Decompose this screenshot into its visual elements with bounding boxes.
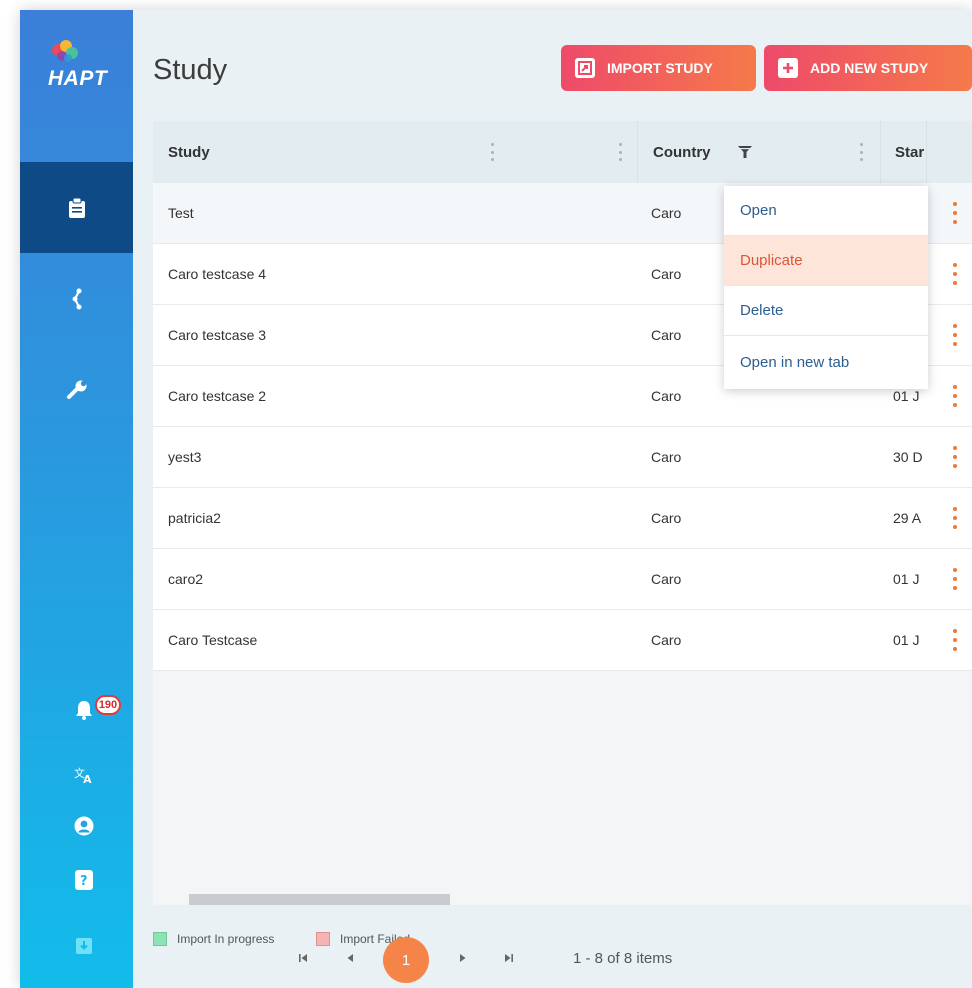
row-actions-icon[interactable] xyxy=(953,507,957,529)
next-page-icon xyxy=(460,954,466,962)
logo-text: HAPT xyxy=(48,67,108,90)
next-page-button[interactable] xyxy=(453,948,473,968)
flow-icon xyxy=(72,288,81,309)
column-menu-icon[interactable] xyxy=(860,143,864,161)
column-header-start[interactable]: Star xyxy=(895,121,927,183)
download-button[interactable] xyxy=(74,936,94,956)
cell-start: 30 D xyxy=(893,449,923,465)
last-page-icon xyxy=(505,954,513,962)
import-icon xyxy=(575,58,595,78)
import-study-button[interactable]: IMPORT STUDY xyxy=(561,45,756,91)
prev-page-button[interactable] xyxy=(340,948,360,968)
column-menu-icon[interactable] xyxy=(619,143,623,161)
cell-start: 01 J xyxy=(893,632,920,648)
menu-item-open-new-tab[interactable]: Open in new tab xyxy=(724,337,928,387)
logo-mark-icon xyxy=(52,40,78,62)
column-separator xyxy=(926,121,927,183)
cell-study: Test xyxy=(168,205,194,221)
translate-icon: 文 A xyxy=(74,766,92,785)
table-row[interactable]: caro2 Caro 01 J xyxy=(153,549,972,610)
svg-text:?: ? xyxy=(80,874,88,889)
cell-start: 29 A xyxy=(893,510,922,526)
download-icon xyxy=(76,938,92,954)
cell-country: Caro xyxy=(651,449,682,465)
notifications-button[interactable] xyxy=(74,700,94,720)
page-title: Study xyxy=(153,54,228,86)
row-actions-icon[interactable] xyxy=(953,263,957,285)
cell-country: Caro xyxy=(651,205,682,221)
column-header-study[interactable]: Study xyxy=(168,121,210,183)
menu-item-open[interactable]: Open xyxy=(724,186,928,236)
table-row[interactable]: patricia2 Caro 29 A xyxy=(153,488,972,549)
legend-label: Import In progress xyxy=(177,932,275,946)
first-page-button[interactable] xyxy=(293,948,313,968)
horizontal-scrollbar[interactable] xyxy=(189,894,450,905)
legend-in-progress: Import In progress xyxy=(153,932,274,946)
add-new-study-label: ADD NEW STUDY xyxy=(810,60,929,76)
column-header-country[interactable]: Country xyxy=(653,121,711,183)
row-actions-icon[interactable] xyxy=(953,202,957,224)
cell-country: Caro xyxy=(651,327,682,343)
menu-item-duplicate[interactable]: Duplicate xyxy=(724,236,928,286)
column-separator xyxy=(880,121,881,183)
table-header: Study Country Star xyxy=(153,121,972,183)
wrench-icon xyxy=(66,380,86,399)
first-page-icon xyxy=(299,954,307,962)
prev-page-icon xyxy=(347,954,353,962)
menu-item-delete[interactable]: Delete xyxy=(724,286,928,336)
cell-study: yest3 xyxy=(168,449,202,465)
row-actions-icon[interactable] xyxy=(953,568,957,590)
column-menu-icon[interactable] xyxy=(491,143,495,161)
table-row[interactable]: yest3 Caro 30 D xyxy=(153,427,972,488)
cell-study: Caro testcase 4 xyxy=(168,266,267,282)
cell-study: caro2 xyxy=(168,571,204,587)
sidebar-item-studies[interactable] xyxy=(20,162,133,253)
main-content: Study IMPORT STUDY ADD NEW STUDY Study C… xyxy=(133,10,972,988)
table-row[interactable]: Caro Testcase Caro 01 J xyxy=(153,610,972,671)
last-page-button[interactable] xyxy=(499,948,519,968)
notification-badge: 190 xyxy=(95,695,121,715)
help-icon: ? xyxy=(75,870,93,890)
language-button[interactable]: 文 A xyxy=(74,765,94,785)
app-logo[interactable]: HAPT xyxy=(46,40,116,100)
sidebar: HAPT 190 文 A ? xyxy=(20,10,133,988)
bell-icon xyxy=(76,701,92,720)
cell-study: Caro Testcase xyxy=(168,632,258,648)
cell-country: Caro xyxy=(651,632,682,648)
plus-icon xyxy=(778,58,798,78)
legend-swatch xyxy=(153,932,167,946)
sidebar-item-flow[interactable] xyxy=(20,253,133,344)
column-separator xyxy=(637,121,638,183)
row-actions-icon[interactable] xyxy=(953,446,957,468)
add-new-study-button[interactable]: ADD NEW STUDY xyxy=(764,45,972,91)
cell-country: Caro xyxy=(651,266,682,282)
user-icon xyxy=(74,816,94,836)
current-page-button[interactable]: 1 xyxy=(383,937,429,983)
svg-text:A: A xyxy=(83,773,92,785)
cell-country: Caro xyxy=(651,510,682,526)
filter-icon[interactable] xyxy=(738,146,752,159)
cell-start: 01 J xyxy=(893,571,920,587)
row-actions-icon[interactable] xyxy=(953,629,957,651)
cell-study: Caro testcase 2 xyxy=(168,388,267,404)
row-context-menu: Open Duplicate Delete Open in new tab xyxy=(724,186,928,389)
row-actions-icon[interactable] xyxy=(953,324,957,346)
clipboard-icon xyxy=(68,197,85,218)
cell-study: Caro testcase 3 xyxy=(168,327,267,343)
cell-country: Caro xyxy=(651,388,682,404)
cell-study: patricia2 xyxy=(168,510,221,526)
help-button[interactable]: ? xyxy=(74,870,94,890)
sidebar-item-tools[interactable] xyxy=(20,344,133,435)
cell-country: Caro xyxy=(651,571,682,587)
row-actions-icon[interactable] xyxy=(953,385,957,407)
import-study-label: IMPORT STUDY xyxy=(607,60,713,76)
pagination-summary: 1 - 8 of 8 items xyxy=(573,950,673,967)
profile-button[interactable] xyxy=(74,816,94,836)
legend-swatch xyxy=(316,932,330,946)
